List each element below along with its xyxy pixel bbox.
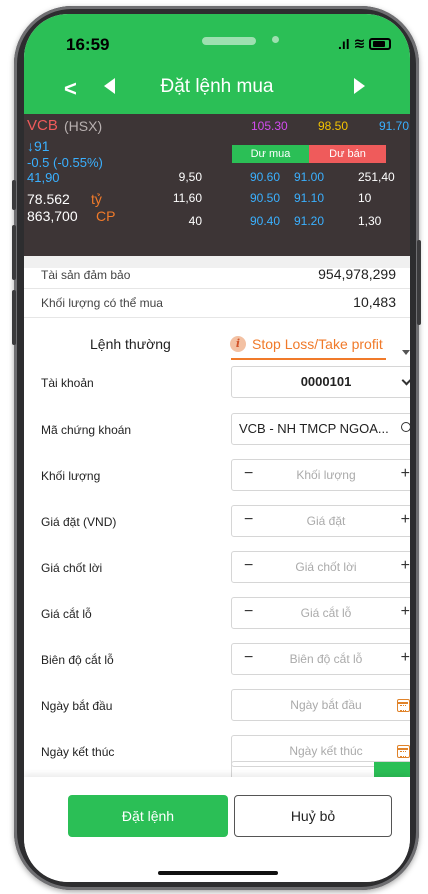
symbol-value: VCB - NH TMCP NGOA... [239, 421, 389, 436]
bid-volume-1: 9,50 [178, 170, 202, 184]
take-profit-plus-button[interactable]: + [401, 557, 410, 575]
floor-price: 91.70 [379, 119, 410, 133]
camera-dot [272, 36, 279, 43]
max-qty-value: 10,483 [353, 294, 396, 310]
start-date-label: Ngày bắt đầu [41, 699, 113, 713]
account-select[interactable]: 0000101 [231, 366, 410, 398]
ask-volume-2: 10 [358, 191, 372, 205]
next-triangle-icon[interactable] [354, 78, 365, 94]
stop-loss-range-label: Biên độ cắt lỗ [41, 653, 114, 667]
bid-price-2: 90.50 [250, 191, 281, 205]
stop-loss-stepper[interactable]: − Giá cắt lỗ + [231, 597, 410, 629]
app-header: 16:59 .ıl ≋ < Đặt lệnh mua [24, 14, 410, 114]
info-icon: i [230, 336, 246, 352]
last-price-sub: 41,90 [27, 170, 60, 185]
app-screen: 16:59 .ıl ≋ < Đặt lệnh mua VCB (HSX) 105… [24, 14, 410, 882]
quantity-placeholder: Khối lượng [296, 468, 356, 482]
price-placeholder: Giá đặt [306, 514, 346, 528]
price-plus-button[interactable]: + [401, 511, 410, 529]
stop-loss-plus-button[interactable]: + [401, 603, 410, 621]
ceiling-price: 105.30 [251, 119, 288, 133]
bid-price-1: 90.60 [250, 170, 281, 184]
quantity-plus-button[interactable]: + [401, 465, 410, 483]
symbol-label: Mã chứng khoán [41, 423, 132, 437]
ask-volume-1: 251,40 [358, 170, 395, 184]
ask-price-3: 91.20 [294, 214, 325, 228]
trade-value-unit: tỷ [91, 191, 102, 207]
end-date-placeholder: Ngày kết thúc [289, 744, 363, 758]
take-profit-stepper[interactable]: − Giá chốt lời + [231, 551, 410, 583]
wifi-icon: ≋ [353, 35, 366, 51]
collateral-row: Tài sản đảm bảo 954,978,299 [24, 262, 410, 288]
stop-loss-label: Giá cắt lỗ [41, 607, 92, 621]
price-stepper[interactable]: − Giá đặt + [231, 505, 410, 537]
take-profit-label: Giá chốt lời [41, 561, 103, 575]
page-title: Đặt lệnh mua [160, 76, 274, 97]
symbol-input[interactable]: VCB - NH TMCP NGOA... [231, 413, 410, 445]
price-change: -0.5 (-0.55%) [27, 155, 103, 170]
stock-exchange: (HSX) [64, 118, 103, 134]
collateral-value: 954,978,299 [318, 266, 396, 282]
stock-symbol: VCB [27, 117, 58, 134]
start-date-placeholder: Ngày bắt đầu [290, 698, 362, 712]
cancel-button[interactable]: Huỷ bỏ [234, 795, 392, 837]
account-value: 0000101 [300, 374, 352, 389]
battery-icon [369, 37, 392, 50]
partial-green-button[interactable] [374, 762, 410, 777]
partial-hidden-field[interactable] [231, 761, 410, 777]
price-label: Giá đặt (VND) [41, 515, 117, 529]
signal-icon: .ıl [338, 35, 350, 52]
phone-volume-up [12, 225, 16, 280]
market-panel: VCB (HSX) 105.30 98.50 91.70 ↓91 -0.5 (-… [24, 114, 410, 256]
place-order-button[interactable]: Đặt lệnh [68, 795, 228, 837]
phone-side-button [12, 180, 16, 210]
calendar-icon[interactable] [397, 699, 410, 712]
last-price: ↓91 [27, 138, 50, 154]
bid-volume-3: 40 [188, 214, 202, 228]
ask-price-1: 91.00 [294, 170, 325, 184]
tab-normal-order[interactable]: Lệnh thường [90, 336, 171, 352]
max-qty-label: Khối lượng có thể mua [41, 296, 163, 310]
take-profit-placeholder: Giá chốt lời [295, 560, 357, 574]
bid-price-3: 90.40 [250, 214, 281, 228]
stop-loss-range-stepper[interactable]: − Biên độ cắt lỗ + [231, 643, 410, 675]
start-date-input[interactable]: Ngày bắt đầu [231, 689, 410, 721]
status-time: 16:59 [66, 35, 110, 54]
bid-volume-2: 11,60 [172, 191, 202, 205]
buy-depth-header: Dư mua [232, 145, 309, 163]
quantity-label: Khối lượng [41, 469, 101, 483]
tab-stop-loss-take-profit[interactable]: i Stop Loss/Take profit [230, 336, 383, 352]
caret-down-icon[interactable] [402, 350, 410, 355]
trade-volume: 863,700 [27, 208, 78, 224]
stop-loss-range-plus-button[interactable]: + [401, 649, 410, 667]
phone-power-button [417, 240, 421, 325]
trade-volume-unit: CP [96, 208, 116, 224]
quantity-stepper[interactable]: − Khối lượng + [231, 459, 410, 491]
stop-loss-range-placeholder: Biên độ cắt lỗ [289, 652, 363, 666]
account-label: Tài khoản [41, 376, 94, 390]
reference-price: 98.50 [318, 119, 349, 133]
divider [24, 317, 410, 318]
active-tab-indicator [231, 358, 386, 360]
home-indicator[interactable] [158, 871, 278, 875]
stop-loss-placeholder: Giá cắt lỗ [300, 606, 352, 620]
ask-volume-3: 1,30 [358, 214, 382, 228]
tab-stop-loss-label: Stop Loss/Take profit [252, 336, 383, 352]
calendar-icon[interactable] [397, 745, 410, 758]
status-icons: .ıl ≋ [338, 35, 392, 52]
max-qty-row: Khối lượng có thể mua 10,483 [24, 290, 410, 316]
collateral-label: Tài sản đảm bảo [41, 268, 131, 282]
sell-depth-header: Dư bán [309, 145, 386, 163]
ask-price-2: 91.10 [294, 191, 325, 205]
end-date-label: Ngày kết thúc [41, 745, 115, 759]
divider [24, 288, 410, 289]
phone-volume-down [12, 290, 16, 345]
search-icon[interactable] [401, 422, 410, 432]
dynamic-island [202, 37, 256, 45]
trade-value: 78.562 [27, 191, 70, 207]
